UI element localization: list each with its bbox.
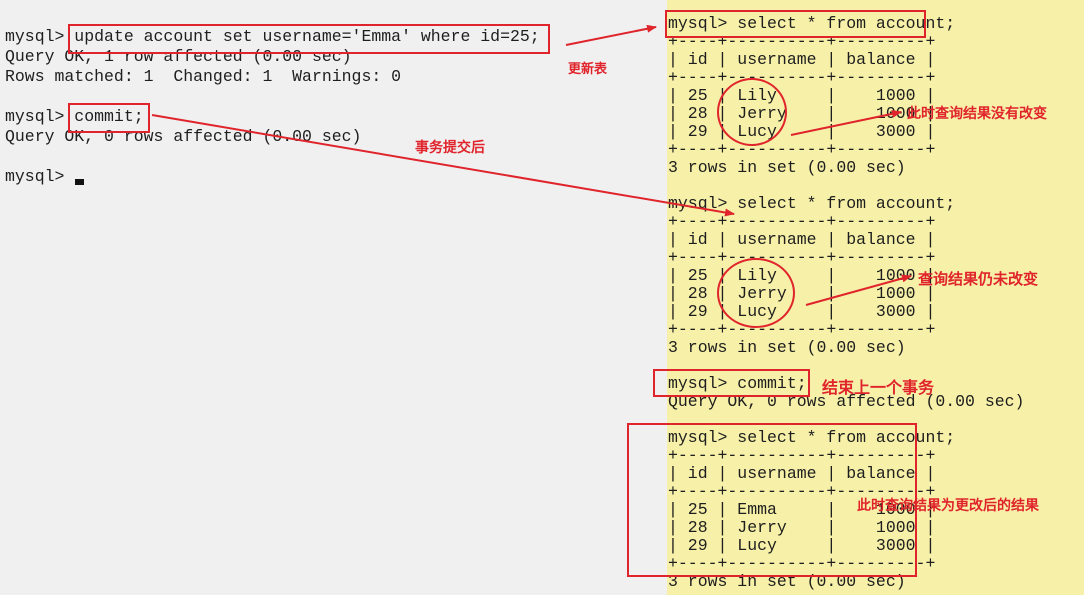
username-circle-first bbox=[717, 78, 787, 146]
terminal-line: Rows matched: 1 Changed: 1 Warnings: 0 bbox=[5, 67, 402, 86]
annotation-result-changed: 此时查询结果为更改后的结果 bbox=[857, 498, 1039, 514]
terminal-line: Query OK, 0 rows affected (0.00 sec) bbox=[5, 127, 362, 146]
update-command-highlight-box bbox=[68, 24, 550, 54]
terminal-line: | id | username | balance | bbox=[668, 50, 936, 69]
terminal-line: +----+----------+---------+ bbox=[668, 68, 936, 87]
terminal-line: +----+----------+---------+ bbox=[668, 320, 936, 339]
commit-right-highlight-box bbox=[653, 369, 810, 397]
terminal-prompt[interactable]: mysql> bbox=[5, 168, 74, 186]
select-command-highlight-box bbox=[665, 10, 926, 38]
terminal-line: | 29 | Lucy | 3000 | bbox=[668, 302, 936, 321]
annotation-after-commit: 事务提交后 bbox=[415, 140, 485, 156]
terminal-line: +----+----------+---------+ bbox=[668, 212, 936, 231]
screenshot-stage: mysql> update account set username='Emma… bbox=[0, 0, 1084, 595]
terminal-line: mysql> select * from account; bbox=[668, 194, 956, 213]
annotation-end-transaction: 结束上一个事务 bbox=[822, 378, 935, 397]
terminal-line: | id | username | balance | bbox=[668, 230, 936, 249]
terminal-line: 3 rows in set (0.00 sec) bbox=[668, 158, 906, 177]
terminal-line: | 25 | Lily | 1000 | bbox=[668, 86, 936, 105]
terminal-line: | 28 | Jerry | 1000 | bbox=[668, 284, 936, 303]
terminal-cursor bbox=[75, 179, 84, 185]
annotation-result-unchanged-1: 此时查询结果没有改变 bbox=[907, 106, 1047, 122]
terminal-line: +----+----------+---------+ bbox=[668, 140, 936, 159]
username-circle-second bbox=[717, 258, 795, 328]
terminal-line: | 25 | Lily | 1000 | bbox=[668, 266, 936, 285]
annotation-update-table: 更新表 bbox=[568, 62, 608, 77]
terminal-line: | 29 | Lucy | 3000 | bbox=[668, 122, 936, 141]
terminal-line: | 28 | Jerry | 1000 | bbox=[668, 104, 936, 123]
left-terminal-window[interactable]: mysql> update account set username='Emma… bbox=[0, 0, 667, 595]
annotation-result-unchanged-2: 查询结果仍未改变 bbox=[918, 270, 1039, 288]
terminal-line: +----+----------+---------+ bbox=[668, 248, 936, 267]
terminal-line: 3 rows in set (0.00 sec) bbox=[668, 338, 906, 357]
commit-command-highlight-box bbox=[68, 103, 150, 133]
